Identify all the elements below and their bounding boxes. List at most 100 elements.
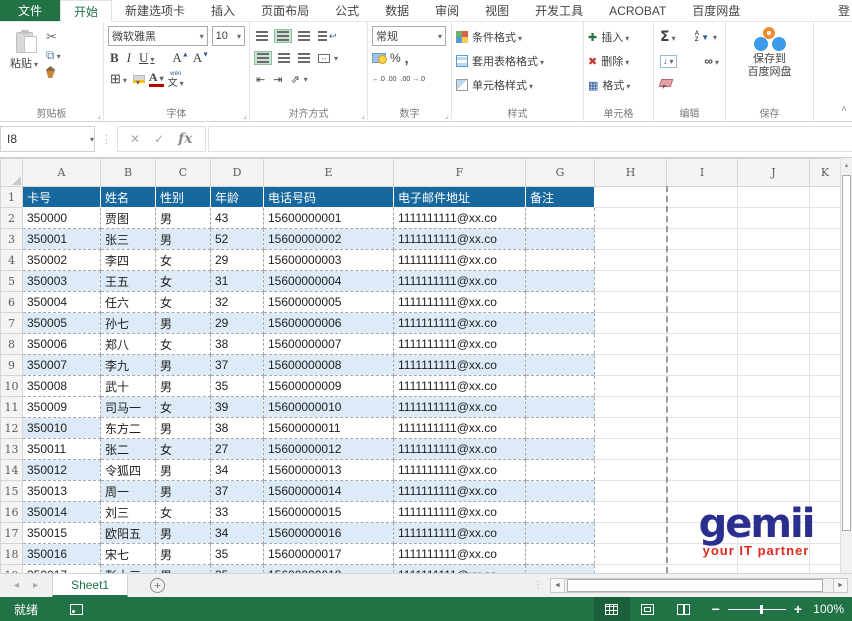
cell[interactable]: 15600000013 — [264, 460, 394, 481]
cell[interactable]: 男 — [156, 523, 211, 544]
cell[interactable] — [526, 481, 595, 502]
cell[interactable]: 15600000006 — [264, 313, 394, 334]
cell[interactable] — [667, 355, 738, 376]
ribbon-tab-5[interactable]: 公式 — [322, 0, 372, 21]
cell[interactable] — [595, 502, 667, 523]
cell[interactable] — [667, 460, 738, 481]
cell[interactable] — [738, 544, 810, 565]
cell[interactable] — [738, 187, 810, 208]
table-header-cell[interactable]: 电话号码 — [264, 187, 394, 208]
cell[interactable] — [810, 502, 841, 523]
dialog-launcher-icon[interactable]: ⌟ — [97, 111, 101, 119]
cell[interactable] — [738, 502, 810, 523]
cell[interactable]: 1111111111@xx.co — [394, 250, 526, 271]
table-header-cell[interactable]: 年龄 — [211, 187, 264, 208]
ribbon-tab-0[interactable]: 文件 — [0, 0, 60, 21]
cell[interactable]: 贾图 — [101, 208, 156, 229]
table-header-cell[interactable]: 备注 — [526, 187, 595, 208]
cell[interactable] — [526, 565, 595, 574]
column-header-G[interactable]: G — [526, 159, 595, 187]
cell[interactable]: 司马一 — [101, 397, 156, 418]
cell[interactable]: 男 — [156, 208, 211, 229]
cell[interactable]: 15600000017 — [264, 544, 394, 565]
conditional-formatting-button[interactable]: 条件格式 — [472, 29, 522, 45]
ribbon-tab-1[interactable]: 开始 — [60, 0, 112, 22]
row-header-10[interactable]: 10 — [1, 376, 23, 397]
scroll-left-icon[interactable]: ◄ — [550, 578, 565, 593]
cell[interactable] — [595, 229, 667, 250]
cell[interactable]: 15600000014 — [264, 481, 394, 502]
sheet-tab-sheet1[interactable]: Sheet1 — [52, 574, 128, 597]
cell[interactable] — [810, 544, 841, 565]
cell[interactable]: 15600000005 — [264, 292, 394, 313]
cell[interactable]: 1111111111@xx.co — [394, 439, 526, 460]
cell[interactable] — [595, 208, 667, 229]
row-header-13[interactable]: 13 — [1, 439, 23, 460]
cell[interactable]: 52 — [211, 229, 264, 250]
decrease-decimal-button[interactable]: .00 →.0 — [401, 76, 426, 83]
accounting-format-button[interactable] — [372, 53, 386, 63]
scroll-up-icon[interactable]: ▲ — [841, 158, 852, 174]
vertical-scroll-thumb[interactable] — [842, 175, 851, 531]
cell[interactable]: 38 — [211, 418, 264, 439]
column-header-H[interactable]: H — [595, 159, 667, 187]
copy-icon[interactable]: ⧉ — [46, 48, 61, 63]
number-format-combo[interactable]: 常规 — [372, 26, 446, 46]
find-select-button[interactable]: ∞ — [704, 54, 719, 68]
row-header-9[interactable]: 9 — [1, 355, 23, 376]
cell[interactable] — [595, 544, 667, 565]
grow-font-button[interactable]: A▲ — [172, 50, 188, 66]
cell[interactable]: 350008 — [23, 376, 101, 397]
collapse-ribbon-icon[interactable]: ˄ — [841, 104, 847, 115]
row-header-3[interactable]: 3 — [1, 229, 23, 250]
cell[interactable]: 350016 — [23, 544, 101, 565]
cell[interactable]: 武十 — [101, 376, 156, 397]
cell[interactable]: 欧阳五 — [101, 523, 156, 544]
cell[interactable] — [738, 460, 810, 481]
cell[interactable]: 350007 — [23, 355, 101, 376]
cell[interactable] — [595, 523, 667, 544]
cell[interactable]: 33 — [211, 502, 264, 523]
paste-button[interactable]: 粘贴 — [4, 25, 44, 78]
cell[interactable]: 令狐四 — [101, 460, 156, 481]
cell[interactable] — [526, 544, 595, 565]
row-header-5[interactable]: 5 — [1, 271, 23, 292]
cell[interactable]: 29 — [211, 250, 264, 271]
cell[interactable] — [595, 313, 667, 334]
cell[interactable] — [810, 460, 841, 481]
sort-filter-button[interactable]: AZ▼ — [693, 30, 719, 44]
cell[interactable] — [810, 355, 841, 376]
bold-button[interactable]: B — [108, 50, 121, 66]
save-to-baidu-button[interactable]: 保存到百度网盘 — [742, 25, 798, 81]
cell[interactable]: 15600000009 — [264, 376, 394, 397]
cell[interactable]: 15600000007 — [264, 334, 394, 355]
ribbon-tab-10[interactable]: ACROBAT — [596, 0, 679, 21]
row-header-8[interactable]: 8 — [1, 334, 23, 355]
cell[interactable]: 1111111111@xx.co — [394, 292, 526, 313]
comma-button[interactable]: , — [405, 50, 409, 66]
cancel-icon[interactable]: ✕ — [130, 132, 140, 146]
cell[interactable]: 东方二 — [101, 418, 156, 439]
cell[interactable]: 350001 — [23, 229, 101, 250]
cell[interactable] — [526, 418, 595, 439]
ribbon-tab-4[interactable]: 页面布局 — [248, 0, 322, 21]
cell[interactable] — [595, 460, 667, 481]
cell[interactable] — [810, 523, 841, 544]
cell[interactable] — [667, 418, 738, 439]
table-header-cell[interactable]: 电子邮件地址 — [394, 187, 526, 208]
cell[interactable]: 15600000018 — [264, 565, 394, 574]
view-page-break-button[interactable] — [666, 597, 702, 621]
formula-bar-grip[interactable]: ⋮ — [95, 133, 117, 146]
cell[interactable] — [667, 229, 738, 250]
cell[interactable]: 35 — [211, 565, 264, 574]
cell[interactable] — [667, 502, 738, 523]
cell[interactable] — [526, 229, 595, 250]
ribbon-tab-7[interactable]: 审阅 — [422, 0, 472, 21]
cell[interactable]: 1111111111@xx.co — [394, 418, 526, 439]
cell[interactable] — [667, 292, 738, 313]
cell[interactable]: 彭十三 — [101, 565, 156, 574]
row-header-4[interactable]: 4 — [1, 250, 23, 271]
row-header-1[interactable]: 1 — [1, 187, 23, 208]
prev-sheet-icon[interactable]: ◂ — [14, 580, 19, 591]
cell[interactable]: 女 — [156, 502, 211, 523]
